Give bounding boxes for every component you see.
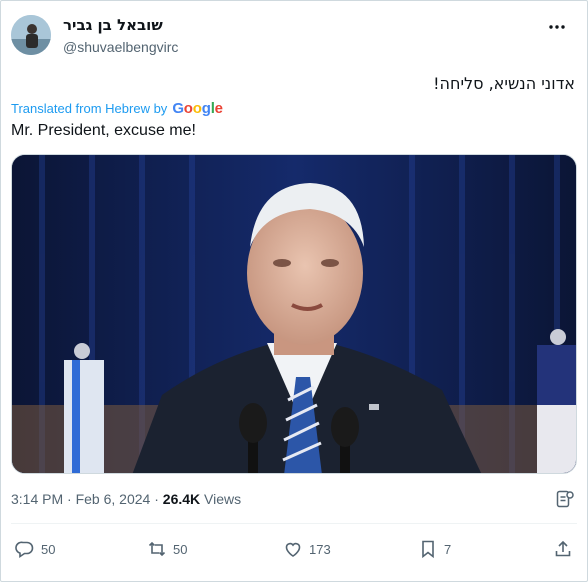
bookmark-button[interactable]: 7 — [418, 539, 451, 559]
author-display-name[interactable]: שובאל בן גביר — [63, 16, 163, 34]
tweet-time[interactable]: 3:14 PM — [11, 491, 63, 507]
meta-separator: · — [67, 491, 72, 507]
like-count: 173 — [309, 541, 331, 557]
divider — [11, 523, 577, 524]
views-label: Views — [204, 491, 242, 507]
avatar[interactable] — [11, 15, 51, 55]
share-icon — [555, 540, 571, 557]
tweet-card: שובאל בן גביר @shuvaelbengvirc אדוני הנש… — [0, 0, 588, 582]
author-handle[interactable]: @shuvaelbengvirc — [63, 39, 178, 55]
reply-count: 50 — [41, 541, 56, 557]
repost-button[interactable]: 50 — [147, 539, 187, 559]
bookmark-icon — [422, 540, 434, 559]
google-logo: Google — [172, 100, 223, 117]
translation-label: Translated from Hebrew by — [11, 101, 168, 116]
bookmark-count: 7 — [444, 541, 452, 557]
translation-attribution: Translated from Hebrew by Google — [11, 100, 223, 117]
reply-button[interactable]: 50 — [15, 539, 55, 559]
repost-count: 50 — [173, 541, 188, 557]
action-bar: 50 50 173 7 — [1, 537, 587, 565]
like-button[interactable]: 173 — [283, 539, 331, 559]
more-icon[interactable] — [547, 17, 567, 37]
grok-icon[interactable] — [555, 489, 575, 509]
tweet-meta: 3:14 PM · Feb 6, 2024 · 26.4K Views — [11, 491, 241, 507]
tweet-original-text: אדוני הנשיא, סליחה! — [433, 74, 575, 93]
tweet-photo[interactable] — [11, 154, 577, 474]
share-button[interactable] — [553, 539, 579, 559]
reply-icon — [15, 541, 34, 558]
tweet-date[interactable]: Feb 6, 2024 — [76, 491, 151, 507]
tweet-translated-text: Mr. President, excuse me! — [11, 122, 196, 139]
meta-separator: · — [154, 491, 159, 507]
heart-icon — [285, 542, 301, 557]
views-count: 26.4K — [162, 491, 201, 507]
repost-icon — [148, 541, 166, 557]
